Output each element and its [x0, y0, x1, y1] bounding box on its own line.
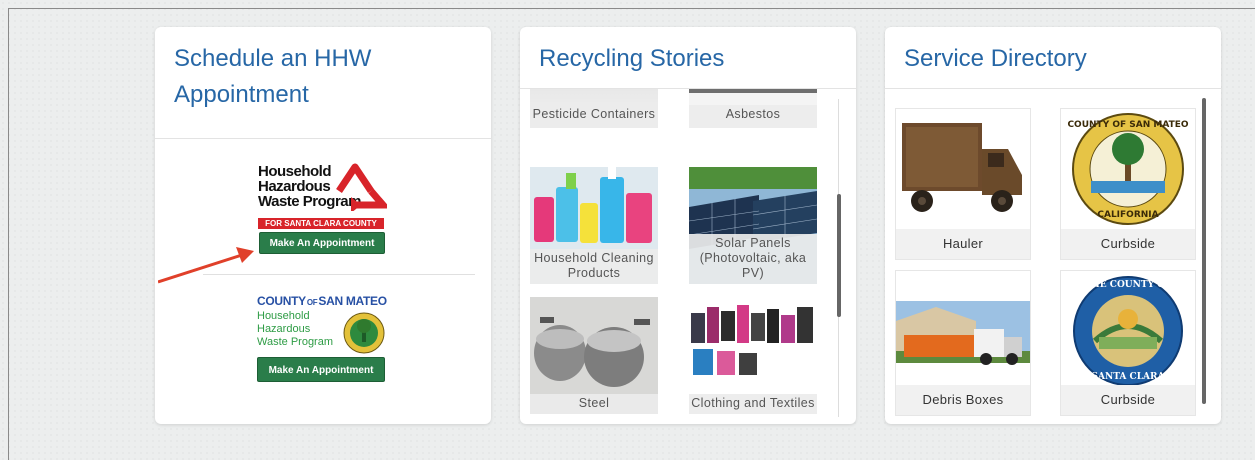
svg-text:THE COUNTY OF: THE COUNTY OF [1085, 280, 1172, 290]
sc-logo-banner: FOR SANTA CLARA COUNTY [258, 218, 384, 229]
san-mateo-appointment-button[interactable]: Make An Appointment [257, 357, 385, 382]
svg-text:COUNTY OF SAN MATEO: COUNTY OF SAN MATEO [1067, 120, 1188, 130]
story-tile-cleaning[interactable]: Household Cleaning Products [530, 167, 658, 284]
svg-text:SANTA CLARA: SANTA CLARA [1092, 372, 1166, 382]
directory-tile-curbside-san-mateo[interactable]: COUNTY OF SAN MATEO CALIFORNIA Curbside [1060, 108, 1196, 260]
story-label: Steel [530, 394, 658, 414]
service-directory-card: Service Directory Hauler COUNTY OF SAN M… [885, 27, 1221, 424]
sm-logo-line3: Waste Program [257, 336, 334, 348]
asbestos-image [689, 89, 817, 93]
story-label: Pesticide Containers [530, 105, 658, 128]
story-tile-clothing[interactable]: Clothing and Textiles [689, 297, 817, 414]
sm-logo-of: OF [306, 298, 318, 307]
directory-label: Curbside [1061, 229, 1195, 259]
debris-box-truck-image [896, 271, 1030, 383]
santa-clara-county-seal-icon: THE COUNTY OF SANTA CLARA [1061, 271, 1195, 387]
sm-logo-title: COUNTYOFSAN MATEO [257, 295, 387, 309]
santa-clara-appointment-button[interactable]: Make An Appointment [259, 232, 385, 254]
directory-label: Hauler [896, 229, 1030, 259]
stories-scrollbar[interactable] [837, 194, 841, 317]
sc-logo-line1: Household [258, 163, 332, 180]
story-tile-pesticide[interactable]: Pesticide Containers [530, 89, 658, 128]
story-tile-solar[interactable]: Solar Panels (Photovoltaic, aka PV) [689, 167, 817, 284]
stories-card-title[interactable]: Recycling Stories [520, 27, 856, 89]
san-mateo-hhw-logo[interactable]: COUNTYOFSAN MATEO Household Hazardous Wa… [255, 295, 387, 382]
san-mateo-county-seal-icon: COUNTY OF SAN MATEO CALIFORNIA [1061, 109, 1195, 229]
story-tile-asbestos[interactable]: Asbestos [689, 89, 817, 128]
hhw-card-title[interactable]: Schedule an HHW Appointment [155, 27, 491, 139]
directory-tile-hauler[interactable]: Hauler [895, 108, 1031, 260]
directory-label: Curbside [1061, 385, 1195, 415]
stories-scroll-area[interactable]: Pesticide Containers Asbestos Household … [520, 89, 856, 424]
sm-logo-line1: Household [257, 310, 310, 322]
svg-text:CALIFORNIA: CALIFORNIA [1097, 210, 1158, 220]
directory-tile-debris-boxes[interactable]: Debris Boxes [895, 270, 1031, 416]
pointer-arrow-icon [158, 247, 254, 284]
recycle-arrow-icon [336, 163, 387, 211]
hauler-truck-image [896, 109, 1030, 229]
story-tile-steel[interactable]: Steel [530, 297, 658, 414]
story-label: Asbestos [689, 105, 817, 128]
sm-logo-county: COUNTY [257, 294, 306, 308]
directory-scrollbar[interactable] [1202, 98, 1206, 404]
sm-logo-name: SAN MATEO [318, 294, 387, 308]
sm-logo-line2: Hazardous [257, 323, 311, 335]
story-label: Household Cleaning Products [530, 249, 658, 284]
story-label: Solar Panels (Photovoltaic, aka PV) [689, 234, 817, 284]
recycling-stories-card: Recycling Stories Pesticide Containers A… [520, 27, 856, 424]
hhw-appointment-card: Schedule an HHW Appointment Household Ha… [155, 27, 491, 424]
directory-tile-curbside-santa-clara[interactable]: THE COUNTY OF SANTA CLARA Curbside [1060, 270, 1196, 416]
directory-label: Debris Boxes [896, 385, 1030, 415]
san-mateo-seal-icon [343, 312, 385, 354]
sc-logo-line2: Hazardous [258, 178, 331, 195]
story-label: Clothing and Textiles [689, 394, 817, 414]
santa-clara-hhw-logo[interactable]: Household Hazardous Waste Program FOR SA… [255, 161, 387, 254]
directory-card-title[interactable]: Service Directory [885, 27, 1221, 89]
